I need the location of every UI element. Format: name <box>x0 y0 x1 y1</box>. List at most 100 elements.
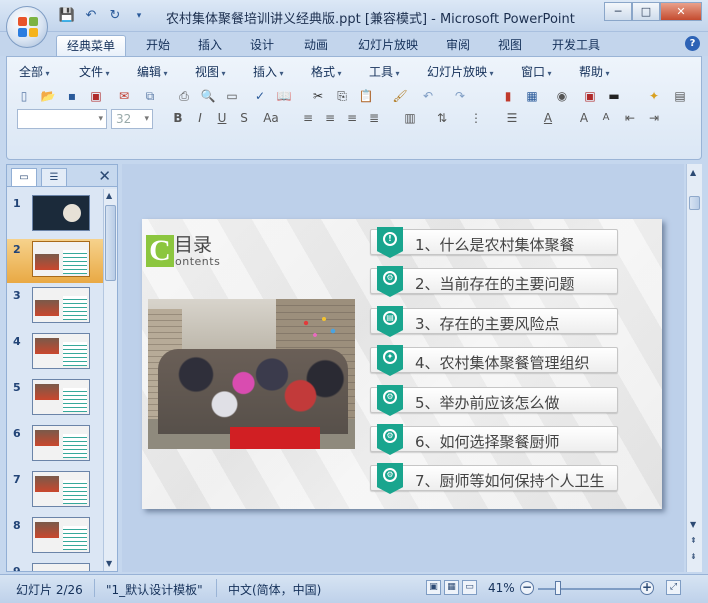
menu-window[interactable]: 窗口 <box>521 63 552 80</box>
tab-review[interactable]: 审阅 <box>436 35 480 56</box>
tab-animation[interactable]: 动画 <box>292 35 340 56</box>
decrease-indent-icon[interactable]: ⇤ <box>621 109 639 127</box>
slideshow-view-icon[interactable]: ▭ <box>462 580 477 595</box>
open-icon[interactable]: 📂 <box>39 87 57 105</box>
undo-toolbar-icon[interactable]: ↶ <box>419 87 437 105</box>
previous-slide-icon[interactable]: ⇞ <box>690 536 697 545</box>
new-slide-icon[interactable]: ✦ <box>645 87 663 105</box>
help-icon[interactable]: ? <box>685 36 700 51</box>
slide-thumbnail[interactable]: 1 <box>7 193 103 237</box>
color-scheme-icon[interactable]: ▣ <box>581 87 599 105</box>
zoom-in-icon[interactable]: + <box>640 581 654 595</box>
tab-developer[interactable]: 开发工具 <box>544 35 608 56</box>
undo-icon[interactable]: ↶ <box>82 7 100 25</box>
research-icon[interactable]: 📖 <box>275 87 293 105</box>
tab-classic-menu[interactable]: 经典菜单 <box>56 35 126 56</box>
slide-sorter-icon[interactable]: ▦ <box>444 580 459 595</box>
shadow-icon[interactable]: S <box>235 109 253 127</box>
cut-icon[interactable]: ✂ <box>309 87 327 105</box>
font-name-combo[interactable] <box>17 109 107 129</box>
menu-tools[interactable]: 工具 <box>369 63 400 80</box>
thumbnails-scrollbar[interactable]: ▲ ▼ <box>103 189 117 571</box>
format-painter-icon[interactable]: 🖌 <box>391 87 409 105</box>
layout-icon[interactable]: ▤ <box>671 87 689 105</box>
maximize-button[interactable]: □ <box>632 2 660 21</box>
scroll-thumb[interactable] <box>105 205 116 281</box>
slide-thumbnail[interactable]: 6 <box>7 423 103 467</box>
scroll-down-icon[interactable]: ▼ <box>106 559 112 568</box>
scroll-thumb[interactable] <box>689 196 700 210</box>
toc-item[interactable]: ✦ 4、农村集体聚餐管理组织 <box>370 345 618 376</box>
scroll-up-icon[interactable]: ▲ <box>106 191 112 200</box>
table-icon[interactable]: ▦ <box>523 87 541 105</box>
redo-icon[interactable]: ↻ <box>106 7 124 25</box>
tab-insert[interactable]: 插入 <box>188 35 232 56</box>
numbering-icon[interactable]: ⋮ <box>467 109 485 127</box>
toc-item[interactable]: ⚙ 5、举办前应该怎么做 <box>370 385 618 416</box>
next-slide-icon[interactable]: ⇟ <box>690 552 697 561</box>
tab-slideshow[interactable]: 幻灯片放映 <box>350 35 426 56</box>
zoom-level[interactable]: 41% <box>488 581 515 595</box>
slide-thumbnail[interactable]: 2 <box>7 239 103 283</box>
save-icon[interactable]: 💾 <box>58 7 76 25</box>
fit-to-window-icon[interactable]: ⤢ <box>666 580 681 595</box>
menu-insert[interactable]: 插入 <box>253 63 284 80</box>
save-toolbar-icon[interactable]: ▪ <box>63 87 81 105</box>
toc-item[interactable]: ⚙ 6、如何选择聚餐厨师 <box>370 424 618 455</box>
menu-view[interactable]: 视图 <box>195 63 226 80</box>
slide-thumbnail[interactable]: 8 <box>7 515 103 559</box>
change-case-icon[interactable]: Aa <box>259 109 283 127</box>
current-slide[interactable]: C 目录 ontents ! 1、什么是农村集体聚餐 ⚙ 2、当前存在的主要问题… <box>142 219 662 509</box>
toc-item[interactable]: ⚙ 7、厨师等如何保持个人卫生 <box>370 463 618 494</box>
shrink-font-icon[interactable]: A <box>597 109 615 127</box>
grow-font-icon[interactable]: A <box>575 109 593 127</box>
scroll-down-icon[interactable]: ▼ <box>690 520 696 529</box>
tab-home[interactable]: 开始 <box>136 35 180 56</box>
slide-thumbnail[interactable]: 4 <box>7 331 103 375</box>
normal-view-icon[interactable]: ▣ <box>426 580 441 595</box>
bullets-icon[interactable]: ☰ <box>503 109 521 127</box>
chart-icon[interactable]: ▮ <box>499 87 517 105</box>
zoom-slider-knob[interactable] <box>555 581 561 595</box>
paste-icon[interactable]: 📋 <box>357 87 375 105</box>
increase-indent-icon[interactable]: ⇥ <box>645 109 663 127</box>
redo-toolbar-icon[interactable]: ↷ <box>451 87 469 105</box>
template-name[interactable]: "1_默认设计模板" <box>106 581 203 598</box>
color-grayscale-icon[interactable]: ▬ <box>605 87 623 105</box>
insert-picture-icon[interactable]: ◉ <box>553 87 571 105</box>
editor-scrollbar[interactable]: ▲ ▼ ⇞ ⇟ <box>686 164 702 572</box>
print-preview-icon[interactable]: 🔍 <box>199 87 217 105</box>
customize-qat-icon[interactable]: ▾ <box>130 7 148 25</box>
zoom-slider[interactable] <box>538 588 640 590</box>
align-left-icon[interactable]: ≡ <box>299 109 317 127</box>
slide-thumbnail[interactable]: 5 <box>7 377 103 421</box>
bold-icon[interactable]: B <box>169 109 187 127</box>
office-button[interactable] <box>6 6 48 48</box>
minimize-button[interactable]: ─ <box>604 2 632 21</box>
tab-view[interactable]: 视图 <box>488 35 532 56</box>
toc-item[interactable]: ⚙ 2、当前存在的主要问题 <box>370 266 618 297</box>
spelling-icon[interactable]: ✓ <box>251 87 269 105</box>
copy-icon[interactable]: ⎘ <box>333 87 351 105</box>
menu-all[interactable]: 全部 <box>19 63 50 80</box>
slide-thumbnail[interactable]: 3 <box>7 285 103 329</box>
publish-icon[interactable]: ⧉ <box>141 87 159 105</box>
align-right-icon[interactable]: ≡ <box>343 109 361 127</box>
close-pane-icon[interactable]: ✕ <box>98 167 111 185</box>
scroll-up-icon[interactable]: ▲ <box>690 168 696 177</box>
justify-icon[interactable]: ≣ <box>365 109 383 127</box>
tab-outline[interactable]: ☰ <box>41 168 67 186</box>
tab-design[interactable]: 设计 <box>240 35 284 56</box>
menu-file[interactable]: 文件 <box>79 63 110 80</box>
menu-help[interactable]: 帮助 <box>579 63 610 80</box>
text-direction-icon[interactable]: ⇅ <box>433 109 451 127</box>
tab-slides[interactable]: ▭ <box>11 168 37 186</box>
close-button[interactable]: ✕ <box>660 2 702 21</box>
menu-format[interactable]: 格式 <box>311 63 342 80</box>
zoom-out-icon[interactable]: − <box>520 581 534 595</box>
menu-edit[interactable]: 编辑 <box>137 63 168 80</box>
slide-thumbnail[interactable]: 7 <box>7 469 103 513</box>
font-size-combo[interactable]: 32 <box>111 109 153 129</box>
email-icon[interactable]: ✉ <box>115 87 133 105</box>
new-icon[interactable]: ▯ <box>15 87 33 105</box>
